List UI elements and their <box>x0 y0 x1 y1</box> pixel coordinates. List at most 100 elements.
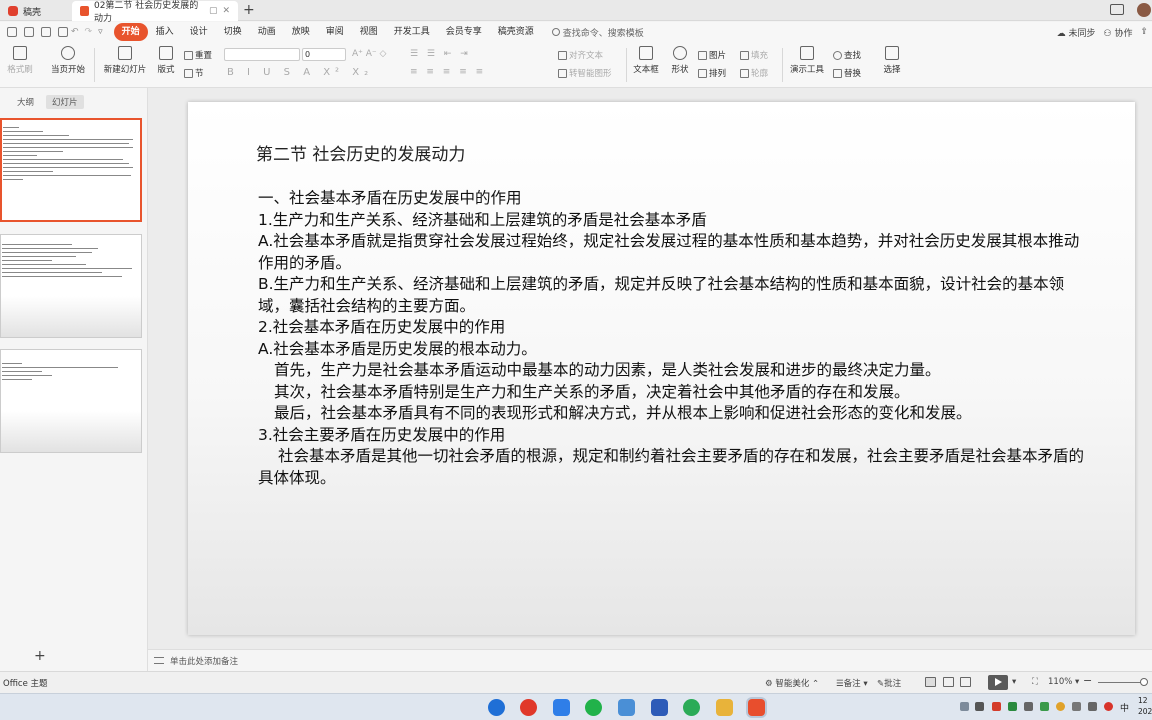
reset-button[interactable]: 重置 <box>184 49 212 61</box>
input-method-indicator[interactable]: 中 <box>1120 701 1129 714</box>
format-painter-button[interactable]: 格式刷 <box>3 46 37 75</box>
search-app-icon[interactable] <box>488 699 505 716</box>
quick-access-more-icon[interactable]: ▿ <box>95 23 106 41</box>
menu-animation[interactable]: 动画 <box>250 23 284 41</box>
paragraph-align-buttons[interactable]: ≡ ≡ ≡ ≡ ≡ <box>410 67 486 77</box>
tray-green-icon[interactable] <box>1008 702 1017 711</box>
font-grow-shrink-icons[interactable]: A⁺ A⁻ ◇ <box>352 49 386 59</box>
text-align-button[interactable]: 对齐文本 <box>558 49 603 61</box>
tab-window-icon[interactable]: ▢ <box>209 6 218 16</box>
reading-view-icon[interactable] <box>960 677 971 687</box>
menu-insert[interactable]: 插入 <box>148 23 182 41</box>
new-tab-button[interactable]: + <box>243 2 255 18</box>
picture-button[interactable]: 图片 <box>698 49 726 61</box>
slide-thumbnail-1[interactable] <box>0 118 142 222</box>
tab-outline[interactable]: 大纲 <box>13 95 38 109</box>
normal-view-icon[interactable] <box>925 677 936 687</box>
comments-button[interactable]: ✎批注 <box>877 677 901 689</box>
menu-transition[interactable]: 切换 <box>216 23 250 41</box>
window-layout-icon[interactable] <box>1110 4 1124 15</box>
collaborate-button[interactable]: ⚇ 协作 <box>1104 26 1133 39</box>
slide-thumbnail-2[interactable] <box>0 234 142 338</box>
tray-app-icon[interactable] <box>960 702 969 711</box>
find-button[interactable]: 查找 <box>833 49 861 61</box>
menu-slideshow[interactable]: 放映 <box>284 23 318 41</box>
wechat-icon[interactable] <box>585 699 602 716</box>
network-icon[interactable] <box>1072 702 1081 711</box>
replace-button[interactable]: 替换 <box>833 67 861 79</box>
smart-beautify-button[interactable]: ⚙ 智能美化 ⌃ <box>765 677 819 689</box>
wps-tray-icon[interactable] <box>992 702 1001 711</box>
font-size-value[interactable]: 0 <box>302 48 346 61</box>
fill-button[interactable]: 填充 <box>740 49 768 61</box>
play-options-icon[interactable]: ▾ <box>1012 677 1016 687</box>
slide-thumbnail-3[interactable] <box>0 349 142 453</box>
home-tab[interactable]: 稿壳 <box>0 1 70 21</box>
command-search[interactable]: 查找命令、搜索模板 <box>551 26 644 39</box>
notes-placeholder[interactable]: 单击此处添加备注 <box>170 655 238 667</box>
photos-icon[interactable] <box>618 699 635 716</box>
tray-red-icon[interactable] <box>1104 702 1113 711</box>
layout-button[interactable]: 版式 <box>153 46 179 75</box>
cloud-sync-status[interactable]: ☁ 未同步 <box>1057 26 1096 39</box>
slide-title[interactable]: 第二节 社会历史的发展动力 <box>256 140 465 165</box>
zoom-out-button[interactable]: − <box>1083 674 1092 687</box>
notes-toggle-button[interactable]: ☰备注 ▾ <box>836 677 868 689</box>
browser-icon[interactable] <box>683 699 700 716</box>
font-family-select[interactable] <box>224 48 300 61</box>
microphone-icon[interactable] <box>975 702 984 711</box>
menu-design[interactable]: 设计 <box>182 23 216 41</box>
close-tab-icon[interactable]: ✕ <box>222 6 230 16</box>
undo-icon[interactable]: ↶ <box>68 23 82 41</box>
paragraph-list-buttons[interactable]: ☰ ☰ ⇤ ⇥ <box>410 49 471 59</box>
menu-view[interactable]: 视图 <box>352 23 386 41</box>
fit-window-icon[interactable]: ⛶ <box>1032 677 1038 687</box>
slide-body-textbox[interactable]: 一、社会基本矛盾在历史发展中的作用 1.生产力和生产关系、经济基础和上层建筑的矛… <box>258 188 1088 489</box>
convert-smartart-button[interactable]: 转智能图形 <box>558 67 612 79</box>
volume-icon[interactable] <box>1088 702 1097 711</box>
security-app-icon[interactable] <box>651 699 668 716</box>
menu-member[interactable]: 会员专享 <box>438 23 490 41</box>
save-icon[interactable] <box>7 27 17 37</box>
tray-yellow-icon[interactable] <box>1056 702 1065 711</box>
file-explorer-icon[interactable] <box>716 699 733 716</box>
tab-slides[interactable]: 幻灯片 <box>46 95 84 109</box>
system-clock[interactable]: 12 202 <box>1138 695 1152 717</box>
zoom-slider-knob[interactable] <box>1140 678 1148 686</box>
section-button[interactable]: 节 <box>184 67 204 79</box>
shape-button[interactable]: 形状 <box>666 46 694 75</box>
font-family-box[interactable] <box>224 48 300 61</box>
wps-app-icon[interactable] <box>748 699 765 716</box>
from-current-slide-button[interactable]: 当页开始 <box>46 46 90 75</box>
shield-icon[interactable] <box>1040 702 1049 711</box>
redo-icon[interactable]: ↷ <box>82 23 96 41</box>
preview-icon[interactable] <box>58 27 68 37</box>
feishu-icon[interactable] <box>553 699 570 716</box>
outline-button[interactable]: 轮廓 <box>740 67 768 79</box>
menu-developer[interactable]: 开发工具 <box>386 23 438 41</box>
current-slide[interactable]: 第二节 社会历史的发展动力 一、社会基本矛盾在历史发展中的作用 1.生产力和生产… <box>188 102 1135 635</box>
print-icon[interactable] <box>41 27 51 37</box>
zoom-slider[interactable] <box>1098 682 1144 683</box>
presentation-tools-button[interactable]: 演示工具 <box>786 46 828 75</box>
menu-home[interactable]: 开始 <box>113 23 148 41</box>
user-avatar[interactable] <box>1137 3 1151 17</box>
new-slide-button[interactable]: 新建幻灯片 <box>98 46 152 75</box>
textbox-button[interactable]: 文本框 <box>630 46 662 75</box>
notes-bar[interactable]: 单击此处添加备注 <box>148 649 1152 671</box>
export-icon[interactable] <box>24 27 34 37</box>
slide-sorter-icon[interactable] <box>943 677 954 687</box>
arrange-button[interactable]: 排列 <box>698 67 726 79</box>
zoom-level[interactable]: 110% ▾ <box>1048 677 1079 687</box>
menu-resources[interactable]: 稿壳资源 <box>490 23 542 41</box>
document-tab[interactable]: 02第二节 社会历史发展的动力 ▢ ✕ <box>72 1 238 24</box>
font-size-select[interactable]: 0 <box>302 48 346 61</box>
menu-review[interactable]: 审阅 <box>318 23 352 41</box>
select-button[interactable]: 选择 <box>878 46 906 75</box>
add-slide-button[interactable]: + <box>34 648 46 664</box>
netease-music-icon[interactable] <box>520 699 537 716</box>
share-icon[interactable]: ⇪ <box>1140 27 1148 37</box>
play-slideshow-button[interactable] <box>988 675 1008 690</box>
phone-icon[interactable] <box>1024 702 1033 711</box>
font-style-buttons[interactable]: B I U S A X² X₂ <box>227 67 373 78</box>
